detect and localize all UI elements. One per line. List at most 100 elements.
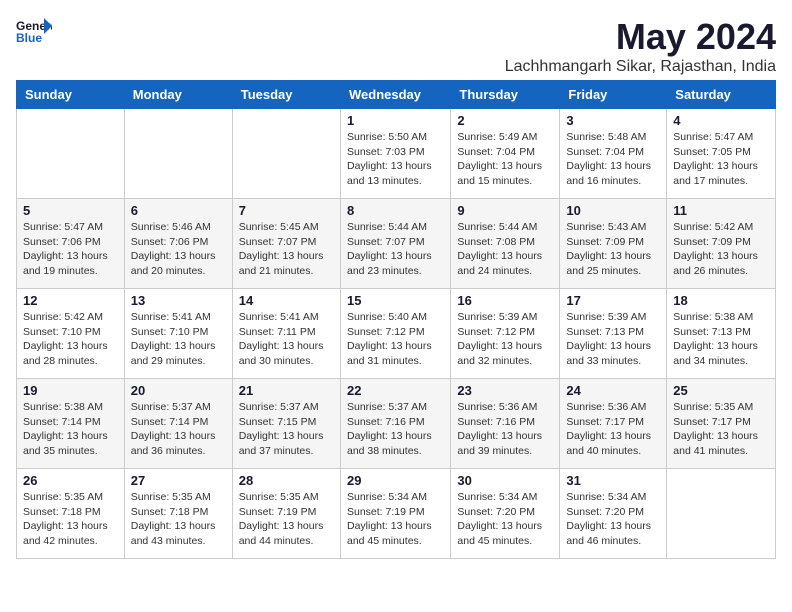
- day-info: Sunrise: 5:39 AMSunset: 7:13 PMDaylight:…: [566, 310, 660, 369]
- calendar-day-cell: 23 Sunrise: 5:36 AMSunset: 7:16 PMDayligh…: [451, 379, 560, 469]
- calendar-day-cell: 19 Sunrise: 5:38 AMSunset: 7:14 PMDayligh…: [17, 379, 125, 469]
- day-number: 4: [673, 113, 769, 128]
- day-info: Sunrise: 5:38 AMSunset: 7:14 PMDaylight:…: [23, 400, 118, 459]
- day-info: Sunrise: 5:34 AMSunset: 7:20 PMDaylight:…: [457, 490, 553, 549]
- day-info: Sunrise: 5:37 AMSunset: 7:14 PMDaylight:…: [131, 400, 226, 459]
- calendar-day-cell: 22 Sunrise: 5:37 AMSunset: 7:16 PMDayligh…: [340, 379, 450, 469]
- calendar-weekday-header: Saturday: [667, 81, 776, 109]
- calendar-weekday-header: Friday: [560, 81, 667, 109]
- calendar-day-cell: 29 Sunrise: 5:34 AMSunset: 7:19 PMDayligh…: [340, 469, 450, 559]
- day-number: 17: [566, 293, 660, 308]
- calendar-day-cell: [124, 109, 232, 199]
- day-info: Sunrise: 5:34 AMSunset: 7:20 PMDaylight:…: [566, 490, 660, 549]
- day-number: 15: [347, 293, 444, 308]
- day-number: 25: [673, 383, 769, 398]
- day-info: Sunrise: 5:37 AMSunset: 7:16 PMDaylight:…: [347, 400, 444, 459]
- day-info: Sunrise: 5:38 AMSunset: 7:13 PMDaylight:…: [673, 310, 769, 369]
- day-number: 3: [566, 113, 660, 128]
- calendar-weekday-header: Thursday: [451, 81, 560, 109]
- calendar-day-cell: 21Sunrise: 5:37 AMSunset: 7:15 PMDayligh…: [232, 379, 340, 469]
- day-number: 31: [566, 473, 660, 488]
- calendar-day-cell: 26 Sunrise: 5:35 AMSunset: 7:18 PMDayligh…: [17, 469, 125, 559]
- day-number: 16: [457, 293, 553, 308]
- day-info: Sunrise: 5:34 AMSunset: 7:19 PMDaylight:…: [347, 490, 444, 549]
- day-number: 1: [347, 113, 444, 128]
- calendar-day-cell: 10Sunrise: 5:43 AMSunset: 7:09 PMDayligh…: [560, 199, 667, 289]
- calendar-day-cell: 18 Sunrise: 5:38 AMSunset: 7:13 PMDayligh…: [667, 289, 776, 379]
- calendar-day-cell: 7Sunrise: 5:45 AMSunset: 7:07 PMDaylight…: [232, 199, 340, 289]
- day-number: 7: [239, 203, 334, 218]
- calendar-body: 1 Sunrise: 5:50 AMSunset: 7:03 PMDaylight…: [17, 109, 776, 559]
- calendar-week-row: 5Sunrise: 5:47 AMSunset: 7:06 PMDaylight…: [17, 199, 776, 289]
- day-info: Sunrise: 5:37 AMSunset: 7:15 PMDaylight:…: [239, 400, 334, 459]
- calendar-day-cell: 17 Sunrise: 5:39 AMSunset: 7:13 PMDayligh…: [560, 289, 667, 379]
- calendar-day-cell: 8Sunrise: 5:44 AMSunset: 7:07 PMDaylight…: [340, 199, 450, 289]
- calendar-day-cell: 1 Sunrise: 5:50 AMSunset: 7:03 PMDaylight…: [340, 109, 450, 199]
- calendar-day-cell: 6Sunrise: 5:46 AMSunset: 7:06 PMDaylight…: [124, 199, 232, 289]
- calendar-weekday-header: Wednesday: [340, 81, 450, 109]
- day-info: Sunrise: 5:44 AMSunset: 7:07 PMDaylight:…: [347, 220, 444, 279]
- day-number: 26: [23, 473, 118, 488]
- day-info: Sunrise: 5:43 AMSunset: 7:09 PMDaylight:…: [566, 220, 660, 279]
- day-info: Sunrise: 5:42 AMSunset: 7:09 PMDaylight:…: [673, 220, 769, 279]
- day-info: Sunrise: 5:46 AMSunset: 7:06 PMDaylight:…: [131, 220, 226, 279]
- location-title: Lachhmangarh Sikar, Rajasthan, India: [505, 58, 776, 76]
- day-number: 28: [239, 473, 334, 488]
- calendar-day-cell: 15 Sunrise: 5:40 AMSunset: 7:12 PMDayligh…: [340, 289, 450, 379]
- calendar-day-cell: 3Sunrise: 5:48 AMSunset: 7:04 PMDaylight…: [560, 109, 667, 199]
- day-number: 30: [457, 473, 553, 488]
- day-info: Sunrise: 5:36 AMSunset: 7:16 PMDaylight:…: [457, 400, 553, 459]
- day-info: Sunrise: 5:47 AMSunset: 7:05 PMDaylight:…: [673, 130, 769, 189]
- day-number: 2: [457, 113, 553, 128]
- day-info: Sunrise: 5:35 AMSunset: 7:19 PMDaylight:…: [239, 490, 334, 549]
- calendar-weekday-header: Tuesday: [232, 81, 340, 109]
- calendar-day-cell: [17, 109, 125, 199]
- day-number: 12: [23, 293, 118, 308]
- logo-icon: General Blue: [16, 16, 52, 44]
- day-info: Sunrise: 5:36 AMSunset: 7:17 PMDaylight:…: [566, 400, 660, 459]
- calendar-day-cell: 20 Sunrise: 5:37 AMSunset: 7:14 PMDayligh…: [124, 379, 232, 469]
- day-info: Sunrise: 5:50 AMSunset: 7:03 PMDaylight:…: [347, 130, 444, 189]
- day-info: Sunrise: 5:41 AMSunset: 7:10 PMDaylight:…: [131, 310, 226, 369]
- day-number: 29: [347, 473, 444, 488]
- day-number: 18: [673, 293, 769, 308]
- calendar-weekday-header: Monday: [124, 81, 232, 109]
- calendar-day-cell: 24 Sunrise: 5:36 AMSunset: 7:17 PMDayligh…: [560, 379, 667, 469]
- calendar-day-cell: 28 Sunrise: 5:35 AMSunset: 7:19 PMDayligh…: [232, 469, 340, 559]
- calendar-day-cell: 30 Sunrise: 5:34 AMSunset: 7:20 PMDayligh…: [451, 469, 560, 559]
- calendar-day-cell: 31 Sunrise: 5:34 AMSunset: 7:20 PMDayligh…: [560, 469, 667, 559]
- calendar-day-cell: 2 Sunrise: 5:49 AMSunset: 7:04 PMDaylight…: [451, 109, 560, 199]
- svg-text:Blue: Blue: [16, 31, 42, 44]
- logo: General Blue: [16, 16, 52, 44]
- calendar-day-cell: 12Sunrise: 5:42 AMSunset: 7:10 PMDayligh…: [17, 289, 125, 379]
- calendar-week-row: 12Sunrise: 5:42 AMSunset: 7:10 PMDayligh…: [17, 289, 776, 379]
- day-number: 11: [673, 203, 769, 218]
- calendar-day-cell: 25 Sunrise: 5:35 AMSunset: 7:17 PMDayligh…: [667, 379, 776, 469]
- day-info: Sunrise: 5:49 AMSunset: 7:04 PMDaylight:…: [457, 130, 553, 189]
- day-number: 23: [457, 383, 553, 398]
- calendar-day-cell: 27 Sunrise: 5:35 AMSunset: 7:18 PMDayligh…: [124, 469, 232, 559]
- day-number: 20: [131, 383, 226, 398]
- calendar-day-cell: 11 Sunrise: 5:42 AMSunset: 7:09 PMDayligh…: [667, 199, 776, 289]
- calendar-weekday-header: Sunday: [17, 81, 125, 109]
- day-info: Sunrise: 5:35 AMSunset: 7:18 PMDaylight:…: [131, 490, 226, 549]
- calendar-day-cell: 16 Sunrise: 5:39 AMSunset: 7:12 PMDayligh…: [451, 289, 560, 379]
- day-number: 24: [566, 383, 660, 398]
- day-number: 19: [23, 383, 118, 398]
- calendar-day-cell: 14Sunrise: 5:41 AMSunset: 7:11 PMDayligh…: [232, 289, 340, 379]
- day-info: Sunrise: 5:39 AMSunset: 7:12 PMDaylight:…: [457, 310, 553, 369]
- day-number: 22: [347, 383, 444, 398]
- calendar-header-row: SundayMondayTuesdayWednesdayThursdayFrid…: [17, 81, 776, 109]
- calendar-week-row: 26 Sunrise: 5:35 AMSunset: 7:18 PMDayligh…: [17, 469, 776, 559]
- day-info: Sunrise: 5:40 AMSunset: 7:12 PMDaylight:…: [347, 310, 444, 369]
- calendar-day-cell: [232, 109, 340, 199]
- day-number: 13: [131, 293, 226, 308]
- day-info: Sunrise: 5:35 AMSunset: 7:18 PMDaylight:…: [23, 490, 118, 549]
- calendar-day-cell: 13 Sunrise: 5:41 AMSunset: 7:10 PMDayligh…: [124, 289, 232, 379]
- page-header: General Blue May 2024 Lachhmangarh Sikar…: [16, 16, 776, 76]
- calendar-day-cell: 5Sunrise: 5:47 AMSunset: 7:06 PMDaylight…: [17, 199, 125, 289]
- calendar-day-cell: 9Sunrise: 5:44 AMSunset: 7:08 PMDaylight…: [451, 199, 560, 289]
- day-number: 27: [131, 473, 226, 488]
- title-section: May 2024 Lachhmangarh Sikar, Rajasthan, …: [505, 16, 776, 76]
- day-info: Sunrise: 5:35 AMSunset: 7:17 PMDaylight:…: [673, 400, 769, 459]
